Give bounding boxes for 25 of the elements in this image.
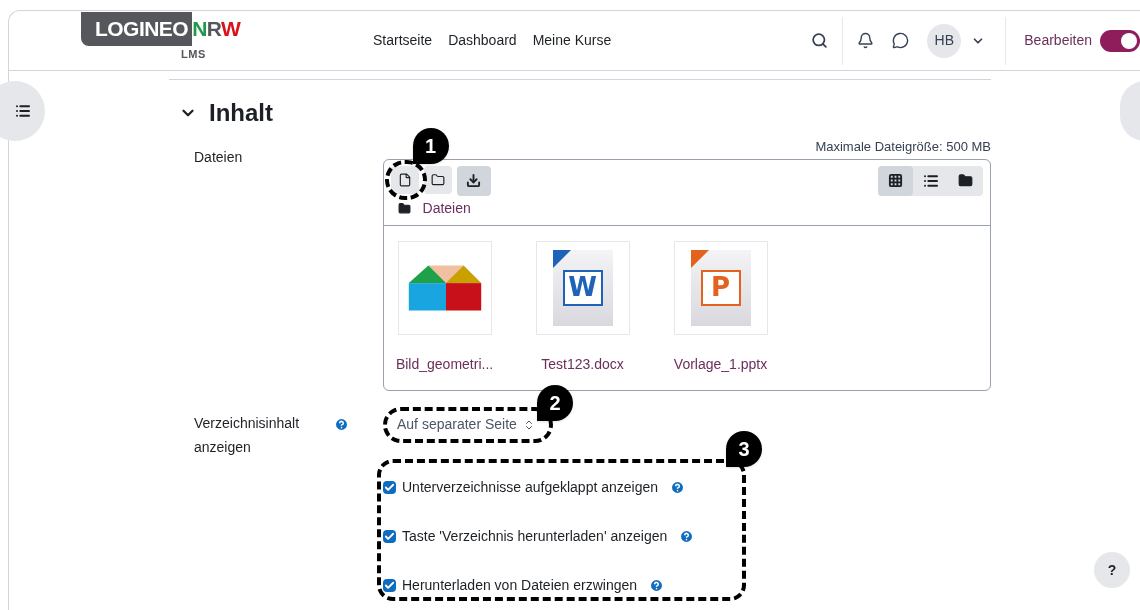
section-title: Inhalt	[209, 98, 273, 128]
checkbox-label: Herunterladen von Dateien erzwingen	[402, 575, 638, 595]
field-label: Dateien	[194, 148, 244, 167]
file-name-link[interactable]: Bild_geometri...	[395, 353, 494, 375]
logo-subtitle: LMS	[181, 47, 207, 63]
max-file-size-text: Maximale Dateigröße: 500 MB	[815, 138, 991, 156]
edit-mode-label: Bearbeiten	[1024, 31, 1092, 50]
checkbox-label: Unterverzeichnisse aufgeklappt anzeigen	[402, 477, 659, 497]
word-document-icon: W	[535, 240, 630, 335]
field-label: Verzeichnisinhalt anzeigen	[194, 413, 301, 457]
callout-marker: 3	[726, 430, 762, 467]
help-button[interactable]: ?	[1094, 552, 1130, 588]
file-name-link[interactable]: Test123.docx	[541, 353, 624, 375]
file-name-link[interactable]: Vorlage_1.pptx	[673, 353, 768, 375]
logo-text: LOGINEO	[81, 12, 193, 47]
powerpoint-document-icon: P	[673, 240, 768, 335]
nav-link[interactable]: Meine Kurse	[532, 30, 612, 51]
callout-marker: 1	[412, 127, 449, 164]
breadcrumb-link[interactable]: Dateien	[422, 198, 471, 219]
nav-link[interactable]: Dashboard	[448, 30, 517, 51]
user-avatar[interactable]: HB	[927, 23, 962, 58]
logo-accent: NRW	[192, 16, 241, 43]
callout-marker: 2	[537, 384, 573, 421]
nav-link[interactable]: Startseite	[373, 30, 433, 51]
checkbox-label: Taste 'Verzeichnis herunterladen' anzeigen	[402, 526, 668, 546]
